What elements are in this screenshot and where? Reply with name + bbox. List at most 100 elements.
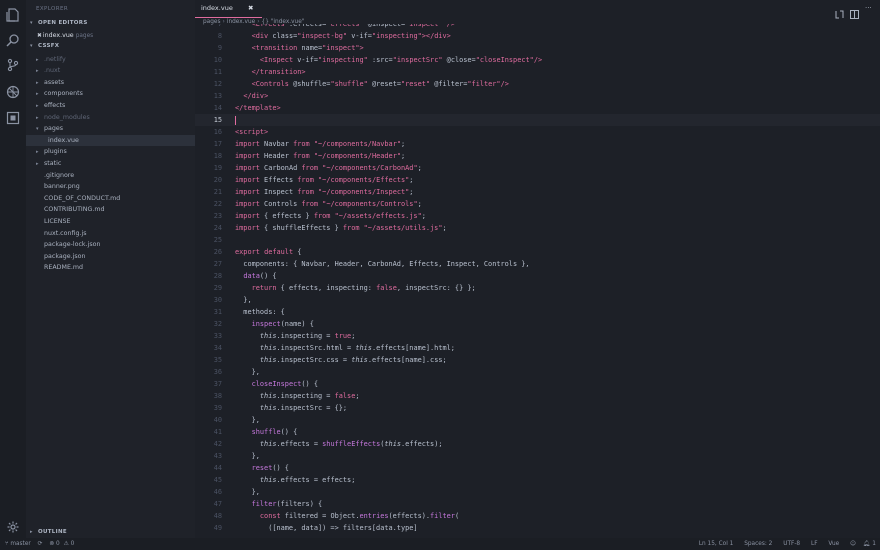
code-line[interactable]: 27 components: { Navbar, Header, CarbonA… xyxy=(195,258,880,270)
close-icon[interactable]: ✖ xyxy=(248,4,253,12)
code-line[interactable]: 25 xyxy=(195,234,880,246)
code-line[interactable]: 46 }, xyxy=(195,486,880,498)
code-line[interactable]: 18 import Header from "~/components/Heade… xyxy=(195,150,880,162)
code-line[interactable]: 38 this.inspecting = false; xyxy=(195,390,880,402)
tree-item[interactable]: CONTRIBUTING.md xyxy=(26,204,195,216)
code-line[interactable]: 13 </div> xyxy=(195,90,880,102)
outline-label: OUTLINE xyxy=(38,529,67,535)
code-line[interactable]: 29 return { effects, inspecting: false, … xyxy=(195,282,880,294)
tree-item[interactable]: banner.png xyxy=(26,181,195,193)
code-line[interactable]: 45 this.effects = effects; xyxy=(195,474,880,486)
source-control-icon[interactable] xyxy=(6,58,20,72)
open-editors-section[interactable]: ▾ OPEN EDITORS xyxy=(30,20,88,26)
line-number: 30 xyxy=(213,296,222,304)
tree-item[interactable]: ▾ pages xyxy=(26,123,195,135)
code-line[interactable]: 23 import { effects } from "~/assets/effe… xyxy=(195,210,880,222)
indentation[interactable]: Spaces: 2 xyxy=(744,541,772,547)
more-actions-icon[interactable]: ··· xyxy=(865,4,874,13)
code-line[interactable]: 37 closeInspect() { xyxy=(195,378,880,390)
code-line[interactable]: 14 </template> xyxy=(195,102,880,114)
tree-item[interactable]: ▸ .netlify xyxy=(26,54,195,66)
code-text: reset() { xyxy=(251,464,289,472)
code-line[interactable]: 12 <Controls @shuffle="shuffle" @reset="… xyxy=(195,78,880,90)
code-line[interactable]: 40 }, xyxy=(195,414,880,426)
code-line[interactable]: 34 this.inspectSrc.html = this.effects[n… xyxy=(195,342,880,354)
tree-item[interactable]: ▸ assets xyxy=(26,77,195,89)
encoding[interactable]: UTF-8 xyxy=(783,541,800,547)
code-line[interactable]: 44 reset() { xyxy=(195,462,880,474)
editor-actions: ··· xyxy=(835,4,874,19)
code-text: import Navbar from "~/components/Navbar"… xyxy=(235,140,406,148)
code-line[interactable]: 32 inspect(name) { xyxy=(195,318,880,330)
code-line[interactable]: 33 this.inspecting = true; xyxy=(195,330,880,342)
line-number: 9 xyxy=(217,44,222,52)
tree-item[interactable]: ▸ effects xyxy=(26,100,195,112)
code-line[interactable]: 9 <transition name="inspect"> xyxy=(195,42,880,54)
feedback-icon[interactable]: ☺ xyxy=(850,541,856,547)
branch-name[interactable]: master xyxy=(10,541,30,547)
tree-item[interactable]: package.json xyxy=(26,251,195,263)
tab-index-vue[interactable]: index.vue ✖ xyxy=(195,0,262,18)
code-line[interactable]: 31 methods: { xyxy=(195,306,880,318)
code-line[interactable]: 39 this.inspectSrc = {}; xyxy=(195,402,880,414)
tree-item[interactable]: ▸ .nuxt xyxy=(26,65,195,77)
code-line[interactable]: 43 }, xyxy=(195,450,880,462)
line-number: 36 xyxy=(213,368,222,376)
line-ending[interactable]: LF xyxy=(811,541,818,547)
language-mode[interactable]: Vue xyxy=(828,541,839,547)
code-line[interactable]: 21 import Inspect from "~/components/Insp… xyxy=(195,186,880,198)
code-line[interactable]: 36 }, xyxy=(195,366,880,378)
activity-bar xyxy=(0,0,26,538)
code-line[interactable]: 15 xyxy=(195,114,880,126)
close-icon[interactable]: ✖ xyxy=(37,33,42,39)
code-line[interactable]: 24 import { shuffleEffects } from "~/asse… xyxy=(195,222,880,234)
code-line[interactable]: 42 this.effects = shuffleEffects(this.ef… xyxy=(195,438,880,450)
split-editor-icon[interactable] xyxy=(850,4,859,19)
code-line[interactable]: 35 this.inspectSrc.css = this.effects[na… xyxy=(195,354,880,366)
code-line[interactable]: 10 <Inspect v-if="inspecting" :src="insp… xyxy=(195,54,880,66)
warning-count[interactable]: 0 xyxy=(71,541,75,547)
files-icon[interactable] xyxy=(6,8,20,22)
code-line[interactable]: 41 shuffle() { xyxy=(195,426,880,438)
tree-item[interactable]: README.md xyxy=(26,262,195,274)
line-number: 49 xyxy=(213,524,222,532)
sync-icon[interactable]: ⟳ xyxy=(38,541,43,547)
search-icon[interactable] xyxy=(6,33,20,47)
code-line[interactable]: 19 import CarbonAd from "~/components/Car… xyxy=(195,162,880,174)
cursor-position[interactable]: Ln 15, Col 1 xyxy=(699,541,734,547)
code-line[interactable]: 28 data() { xyxy=(195,270,880,282)
debug-icon[interactable] xyxy=(6,85,20,99)
code-line[interactable]: 47 filter(filters) { xyxy=(195,498,880,510)
code-line[interactable]: 11 </transition> xyxy=(195,66,880,78)
code-line[interactable]: 8 <div class="inspect-bg" v-if="inspecti… xyxy=(195,30,880,42)
tree-item[interactable]: .gitignore xyxy=(26,170,195,182)
tree-item[interactable]: LICENSE xyxy=(26,216,195,228)
code-line[interactable]: 49 ([name, data]) => filters[data.type] xyxy=(195,522,880,534)
tree-item[interactable]: index.vue xyxy=(26,134,195,147)
project-section[interactable]: ▾ CSSFX xyxy=(30,43,59,49)
outline-section[interactable]: ▸ OUTLINE xyxy=(30,529,67,535)
code-editor[interactable]: 7 <Effects :effects="effects" @inspect="… xyxy=(195,24,880,538)
open-changes-icon[interactable] xyxy=(835,4,844,19)
gear-icon[interactable] xyxy=(7,518,19,533)
tree-item[interactable]: ▸ static xyxy=(26,158,195,170)
code-line[interactable]: 22 import Controls from "~/components/Con… xyxy=(195,198,880,210)
code-text: import { effects } from "~/assets/effect… xyxy=(235,212,426,220)
open-editor-item[interactable]: ✖index.vue pages xyxy=(26,30,195,42)
tree-item[interactable]: CODE_OF_CONDUCT.md xyxy=(26,193,195,205)
tree-item[interactable]: ▸ node_modules xyxy=(26,112,195,124)
tree-item[interactable]: package-lock.json xyxy=(26,239,195,251)
notification-icon[interactable]: 🔔︎ xyxy=(863,541,870,547)
tree-item[interactable]: ▸ plugins xyxy=(26,146,195,158)
tree-item[interactable]: nuxt.config.js xyxy=(26,228,195,240)
code-line[interactable]: 17 import Navbar from "~/components/Navba… xyxy=(195,138,880,150)
tree-item[interactable]: ▸ components xyxy=(26,88,195,100)
code-line[interactable]: 26 export default { xyxy=(195,246,880,258)
code-line[interactable]: 30 }, xyxy=(195,294,880,306)
code-line[interactable]: 16 <script> xyxy=(195,126,880,138)
code-line[interactable]: 20 import Effects from "~/components/Effe… xyxy=(195,174,880,186)
code-line[interactable]: 48 const filtered = Object.entries(effec… xyxy=(195,510,880,522)
error-count[interactable]: 0 xyxy=(56,541,60,547)
code-text: import { shuffleEffects } from "~/assets… xyxy=(235,224,447,232)
extensions-icon[interactable] xyxy=(6,111,20,125)
